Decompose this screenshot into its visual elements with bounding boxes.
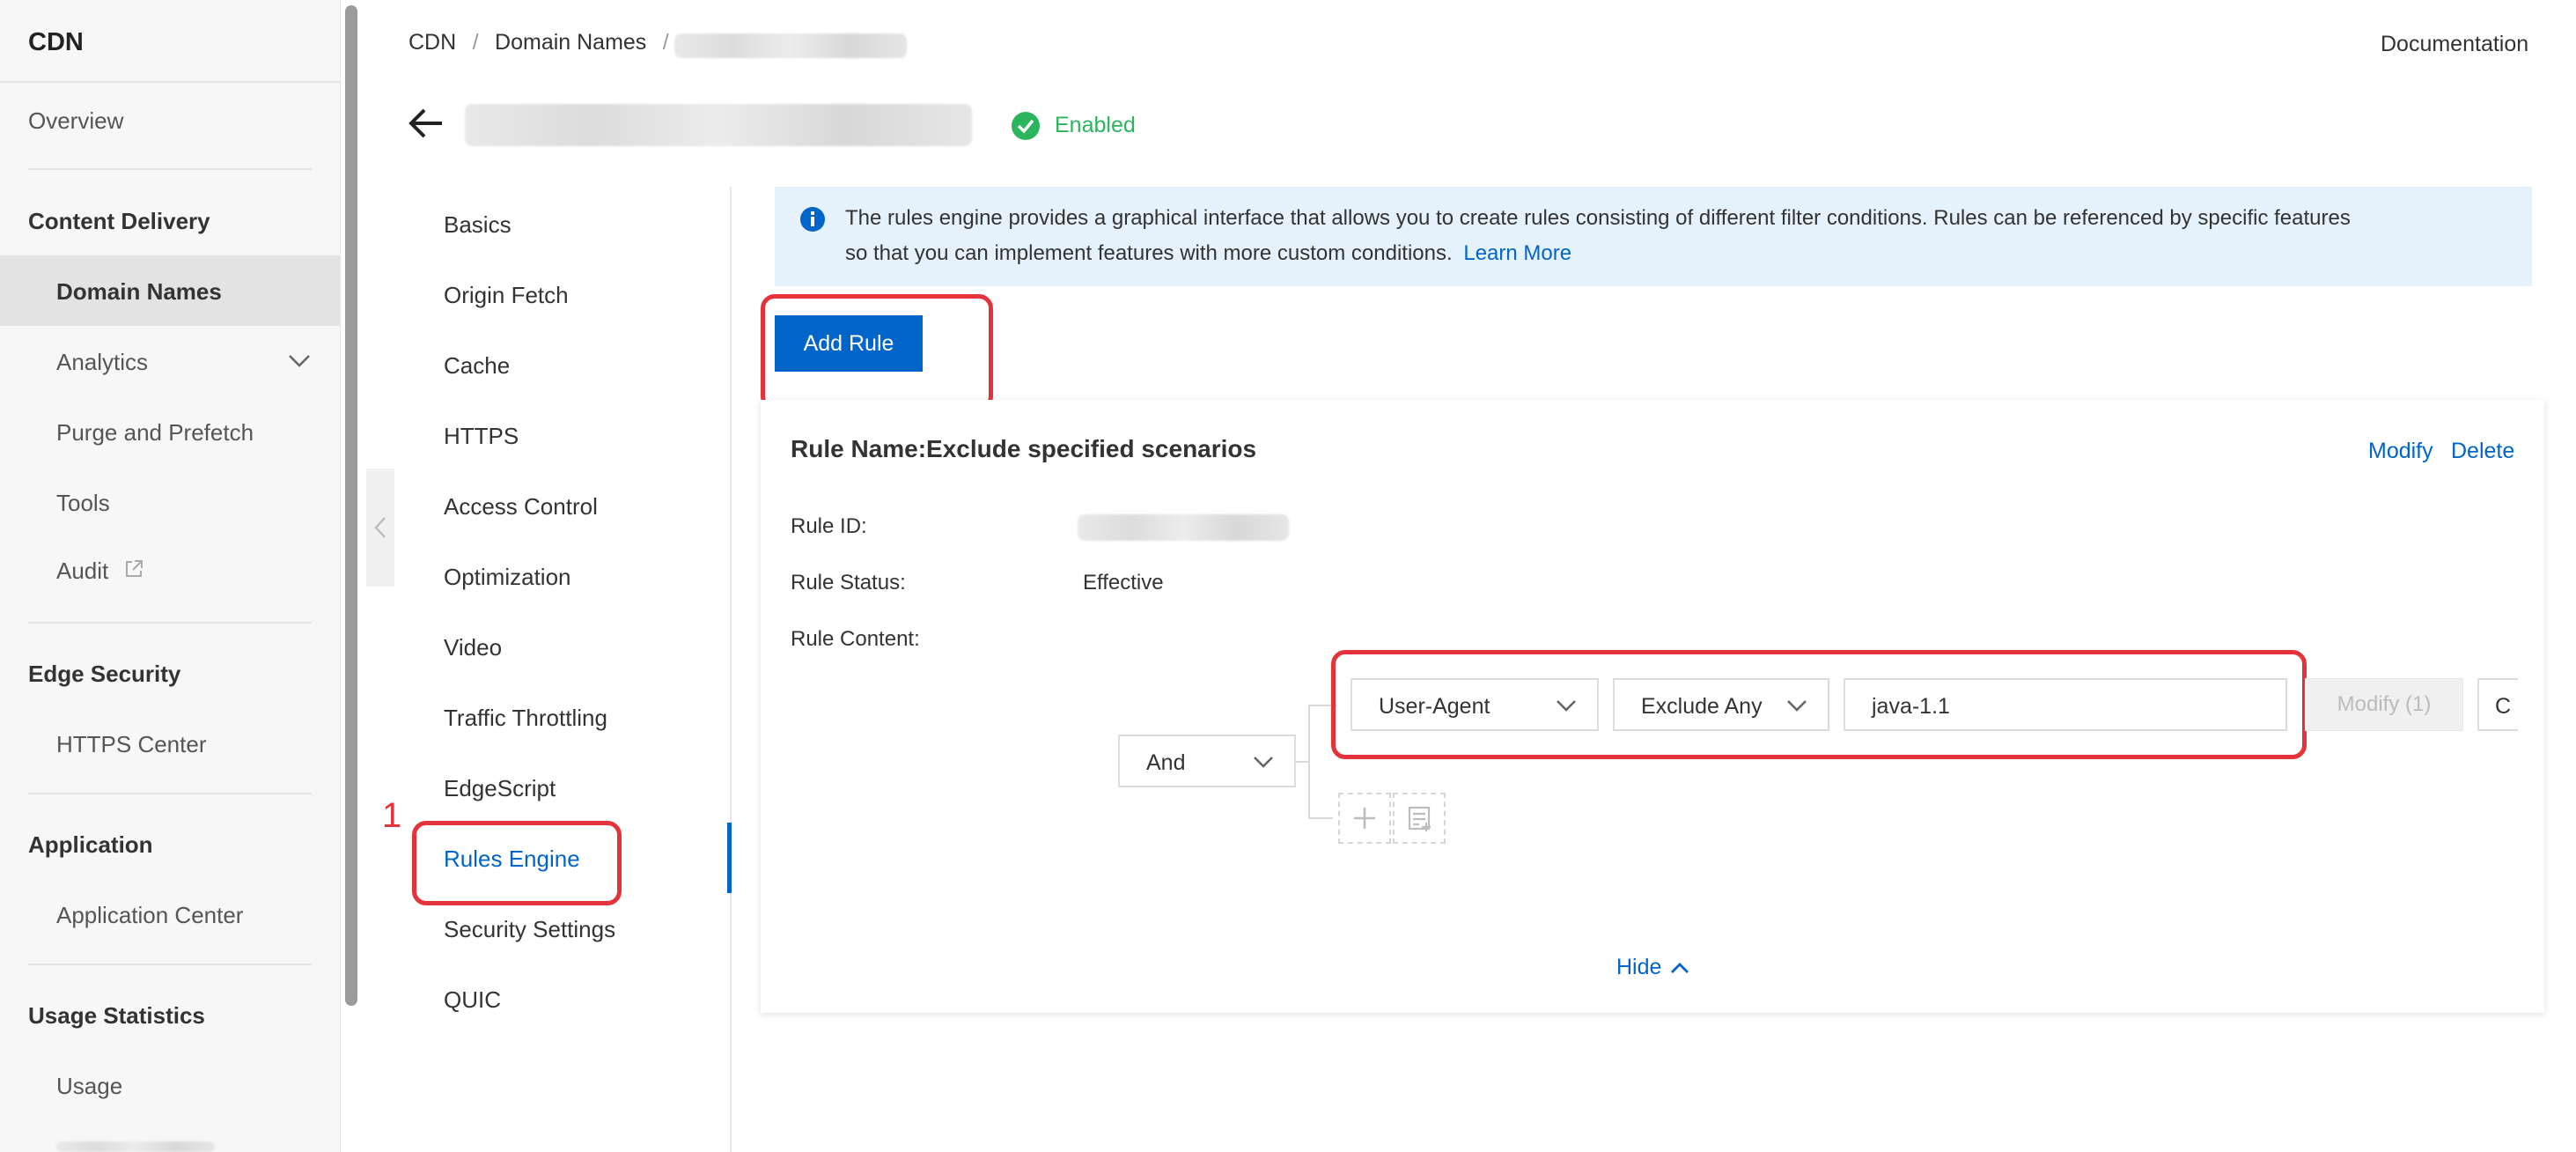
divider: [28, 793, 312, 794]
sidebar-item-label: Domain Names: [56, 278, 222, 305]
plus-icon: [1354, 808, 1375, 829]
section-application: Application: [28, 831, 153, 858]
breadcrumb-domain-names[interactable]: Domain Names: [495, 30, 646, 55]
sidebar-item-purge-prefetch[interactable]: Purge and Prefetch: [56, 419, 254, 447]
tab-basics[interactable]: Basics: [444, 211, 512, 239]
tab-https[interactable]: HTTPS: [444, 423, 519, 450]
tab-edgescript[interactable]: EdgeScript: [444, 775, 556, 802]
highlight-condition: [1331, 650, 2307, 759]
section-edge-security: Edge Security: [28, 661, 181, 687]
sidebar-item-https-center[interactable]: HTTPS Center: [56, 731, 207, 758]
breadcrumb-separator: /: [472, 30, 479, 55]
breadcrumb-domain-redacted: [674, 33, 907, 58]
sidebar-scrollbar[interactable]: [345, 5, 357, 1006]
logic-operator-value: And: [1146, 750, 1186, 775]
add-group-icon: [1408, 806, 1431, 831]
hide-label: Hide: [1616, 955, 1662, 979]
learn-more-link[interactable]: Learn More: [1463, 241, 1571, 265]
breadcrumb-cdn[interactable]: CDN: [408, 30, 456, 55]
tab-origin-fetch[interactable]: Origin Fetch: [444, 282, 569, 309]
highlight-add-rule: [761, 294, 993, 410]
check-circle-icon: [1012, 112, 1040, 140]
tab-video[interactable]: Video: [444, 634, 502, 661]
app-title: CDN: [28, 28, 84, 56]
tab-optimization[interactable]: Optimization: [444, 564, 571, 591]
divider: [28, 622, 312, 624]
sidebar-item-usage[interactable]: Usage: [56, 1073, 122, 1100]
tab-quic[interactable]: QUIC: [444, 986, 501, 1014]
rule-card: Rule Name:Exclude specified scenarios Mo…: [761, 400, 2544, 1013]
highlight-rules-engine: [412, 821, 622, 905]
external-link-icon: [126, 560, 143, 577]
rule-status-label: Rule Status:: [791, 571, 906, 594]
sidebar-item-audit[interactable]: Audit: [56, 558, 108, 585]
sidebar-item-domain-names[interactable]: Domain Names: [0, 255, 340, 326]
submenu-divider: [730, 187, 732, 1152]
domain-status: Enabled: [1055, 113, 1136, 137]
sidebar-item-cutoff: [56, 1141, 215, 1152]
connector-line: [1296, 761, 1308, 763]
banner-text-line1: The rules engine provides a graphical in…: [845, 206, 2351, 230]
annotation-step-number: 1: [382, 796, 402, 835]
banner-text-line2: so that you can implement features with …: [845, 241, 1571, 266]
divider: [28, 964, 312, 965]
sidebar-item-overview[interactable]: Overview: [28, 107, 123, 135]
tab-access-control[interactable]: Access Control: [444, 493, 598, 521]
chevron-down-icon[interactable]: [287, 351, 312, 370]
collapse-sidebar-button[interactable]: [366, 469, 394, 587]
connector-line: [1308, 705, 1310, 817]
rule-content-label: Rule Content:: [791, 627, 920, 651]
rule-id-redacted: [1078, 514, 1289, 541]
condition-extra-button[interactable]: C: [2477, 678, 2518, 731]
logic-operator-select[interactable]: And: [1118, 735, 1296, 787]
rule-status-value: Effective: [1083, 571, 1164, 594]
submenu-active-indicator: [727, 823, 732, 893]
documentation-link[interactable]: Documentation: [2381, 32, 2528, 57]
rule-modify-link[interactable]: Modify: [2368, 439, 2433, 464]
condition-modify-button[interactable]: Modify (1): [2305, 678, 2463, 731]
breadcrumb-separator: /: [662, 30, 669, 55]
sidebar-item-tools[interactable]: Tools: [56, 490, 110, 517]
sidebar-item-analytics[interactable]: Analytics: [56, 349, 148, 376]
section-content-delivery: Content Delivery: [28, 208, 210, 234]
info-icon: [800, 207, 825, 232]
chevron-up-icon: [1671, 963, 1689, 974]
condition-extra-label: C: [2495, 694, 2512, 719]
info-banner: The rules engine provides a graphical in…: [775, 187, 2532, 286]
chevron-down-icon: [1254, 757, 1273, 768]
connector-line: [1308, 817, 1333, 819]
rule-delete-link[interactable]: Delete: [2451, 439, 2514, 464]
breadcrumb: CDN / Domain Names /: [408, 30, 681, 55]
rule-name: Rule Name:Exclude specified scenarios: [791, 435, 1257, 462]
domain-name-redacted: [465, 104, 972, 146]
section-usage-statistics: Usage Statistics: [28, 1002, 205, 1029]
add-condition-group-button[interactable]: [1393, 793, 1446, 844]
sidebar-item-application-center[interactable]: Application Center: [56, 902, 243, 929]
chevron-left-icon: [374, 517, 386, 538]
divider: [28, 168, 312, 170]
back-arrow-icon[interactable]: [407, 106, 445, 141]
hide-toggle[interactable]: Hide: [1616, 955, 1690, 980]
tab-traffic-throttling[interactable]: Traffic Throttling: [444, 705, 607, 732]
add-condition-button[interactable]: [1338, 793, 1391, 844]
left-sidebar: CDN Overview Content Delivery Domain Nam…: [0, 0, 341, 1152]
app-title-divider: [0, 81, 340, 83]
rule-id-label: Rule ID:: [791, 514, 867, 538]
banner-text: so that you can implement features with …: [845, 241, 1453, 265]
tab-cache[interactable]: Cache: [444, 352, 510, 380]
tab-security-settings[interactable]: Security Settings: [444, 916, 615, 943]
